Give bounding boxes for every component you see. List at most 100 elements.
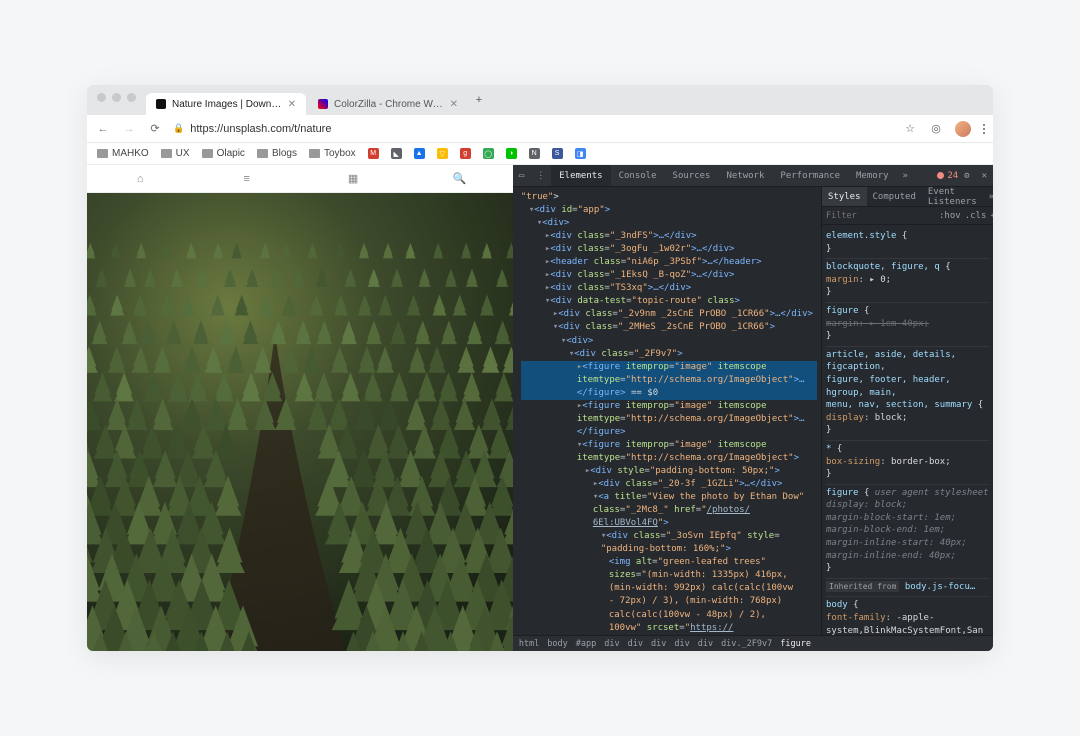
close-tab-icon[interactable]: ✕ (450, 99, 458, 110)
dom-line[interactable]: ▸<div class="_20-3f _1GZLi">…</div> (521, 478, 817, 491)
settings-icon[interactable]: ⚙ (958, 171, 975, 181)
dom-line[interactable]: ▾<div data-test="topic-route" class> (521, 295, 817, 308)
elements-tree[interactable]: "true">▾<div id="app">▾<div> ▸<div class=… (513, 187, 821, 635)
css-rule[interactable]: article, aside, details, figcaption,figu… (826, 347, 989, 441)
dom-line[interactable]: ▸<div class="_1EksQ _B-qoZ">…</div> (521, 269, 817, 282)
url-field[interactable]: 🔒 https://unsplash.com/t/nature (173, 123, 893, 135)
minimize-window-icon[interactable] (112, 93, 121, 102)
css-rule[interactable]: blockquote, figure, q { margin: ▸ 0;} (826, 259, 989, 303)
close-tab-icon[interactable]: ✕ (288, 99, 296, 110)
dom-line[interactable]: class="_2Mc8_" href="/photos/ (521, 504, 817, 517)
devtools-tab-memory[interactable]: Memory (848, 165, 897, 186)
new-tab-button[interactable]: + (470, 91, 488, 109)
dom-line[interactable]: ▾<div id="app"> (521, 204, 817, 217)
tab-nature-images[interactable]: Nature Images | Download Free ✕ (146, 93, 306, 115)
dom-line[interactable]: sizes="(min-width: 1335px) 416px, (521, 569, 817, 582)
dom-line[interactable]: itemtype="http://schema.org/ImageObject"… (521, 374, 817, 387)
dom-line[interactable]: ▸<div class="_2v9nm _2sCnE PrOBO _1CR66"… (521, 308, 817, 321)
breadcrumb-segment[interactable]: div (698, 639, 713, 649)
collections-icon[interactable]: ≡ (193, 165, 299, 192)
maximize-window-icon[interactable] (127, 93, 136, 102)
bookmark-folder[interactable]: UX (161, 148, 190, 159)
inspect-icon[interactable]: ▭ (513, 171, 530, 181)
dom-line[interactable]: - 72px) / 3), (min-width: 768px) (521, 595, 817, 608)
devtools-tab-performance[interactable]: Performance (772, 165, 848, 186)
breadcrumb-segment[interactable]: figure (780, 639, 811, 649)
dom-line[interactable]: itemtype="http://schema.org/ImageObject"… (521, 452, 817, 465)
dom-line[interactable]: calc(calc(100vw - 48px) / 2), (521, 609, 817, 622)
breadcrumb-segment[interactable]: #app (576, 639, 596, 649)
add-icon[interactable]: ▦ (300, 165, 406, 192)
bookmark-star-icon[interactable]: ☆ (903, 122, 917, 136)
dom-line[interactable]: ▸<div class="TS3xq">…</div> (521, 282, 817, 295)
dom-line[interactable]: ▾<a title="View the photo by Ethan Dow" (521, 491, 817, 504)
styles-subtab-styles[interactable]: Styles (822, 187, 867, 206)
bookmark-app[interactable]: ▽ (437, 148, 448, 159)
css-rule[interactable]: Inherited from body.js-focu… (826, 579, 989, 598)
styles-subtab-more[interactable]: » (983, 187, 993, 206)
bookmark-folder[interactable]: Blogs (257, 148, 297, 159)
dom-line[interactable]: "true"> (521, 191, 817, 204)
breadcrumb-segment[interactable]: div (604, 639, 619, 649)
browser-menu-icon[interactable] (983, 124, 985, 134)
devtools-tab-network[interactable]: Network (718, 165, 772, 186)
back-button[interactable]: ← (95, 123, 111, 135)
close-window-icon[interactable] (97, 93, 106, 102)
dom-line[interactable]: 6El:UBVol4FQ"> (521, 517, 817, 530)
add-rule-button[interactable]: + (990, 211, 993, 221)
close-devtools-icon[interactable]: ✕ (976, 171, 993, 181)
bookmark-folder[interactable]: Toybox (309, 148, 356, 159)
css-rule[interactable]: element.style {} (826, 228, 989, 259)
devtools-tab-elements[interactable]: Elements (551, 165, 610, 186)
bookmark-app[interactable]: M (368, 148, 379, 159)
breadcrumb-segment[interactable]: div (628, 639, 643, 649)
extension-icon[interactable]: ◎ (929, 122, 943, 136)
home-icon[interactable]: ⌂ (87, 165, 193, 192)
dom-line[interactable]: </figure> (521, 426, 817, 439)
more-tabs-icon[interactable]: » (897, 171, 914, 181)
devtools-tab-sources[interactable]: Sources (665, 165, 719, 186)
styles-filter-input[interactable] (826, 211, 935, 221)
breadcrumb-segment[interactable]: body (547, 639, 567, 649)
css-rule[interactable]: body { font-family: -apple- system,Blink… (826, 597, 989, 635)
bookmark-app[interactable]: ◯ (483, 148, 494, 159)
profile-avatar[interactable] (955, 121, 971, 137)
styles-subtab-computed[interactable]: Computed (867, 187, 922, 206)
bookmark-folder[interactable]: Olapic (202, 148, 245, 159)
device-toggle-icon[interactable]: ⋮ (530, 171, 551, 181)
tab-colorzilla[interactable]: ColorZilla - Chrome Web Store ✕ (308, 93, 468, 115)
breadcrumb-segment[interactable]: div._2F9v7 (721, 639, 772, 649)
dom-line[interactable]: ▾<div class="_2MHeS _2sCnE PrOBO _1CR66"… (521, 321, 817, 334)
bookmark-app[interactable]: ◨ (575, 148, 586, 159)
search-icon[interactable]: 🔍 (406, 165, 512, 192)
bookmark-app[interactable]: ◑ (506, 148, 517, 159)
forward-button[interactable]: → (121, 123, 137, 135)
dom-line[interactable]: (min-width: 992px) calc(calc(100vw (521, 582, 817, 595)
dom-line[interactable]: ▾<div class="_2F9v7"> (521, 348, 817, 361)
dom-line[interactable]: ▸<div style="padding-bottom: 50px;"> (521, 465, 817, 478)
hov-toggle[interactable]: :hov (939, 211, 961, 221)
breadcrumb-segment[interactable]: div (651, 639, 666, 649)
breadcrumb-segment[interactable]: html (519, 639, 539, 649)
dom-line[interactable]: ▾<div> (521, 217, 817, 230)
bookmark-folder[interactable]: MAHKO (97, 148, 149, 159)
bookmark-app[interactable]: S (552, 148, 563, 159)
bookmark-app[interactable]: ◣ (391, 148, 402, 159)
dom-line[interactable]: "padding-bottom: 160%;"> (521, 543, 817, 556)
css-rule[interactable]: * { box-sizing: border-box;} (826, 441, 989, 485)
dom-line[interactable]: ▾<div class="_3oSvn IEpfq" style= (521, 530, 817, 543)
reload-button[interactable]: ⟳ (147, 122, 163, 135)
dom-line[interactable]: ▸<div class="_3ogFu _1w02r">…</div> (521, 243, 817, 256)
styles-subtab-event-listeners[interactable]: Event Listeners (922, 187, 983, 206)
css-rule[interactable]: figure { user agent stylesheet display: … (826, 485, 989, 579)
dom-line[interactable]: ▸<figure itemprop="image" itemscope (521, 400, 817, 413)
css-rule[interactable]: figure { margin: ▸ 1em 40px;} (826, 303, 989, 347)
dom-line[interactable]: ▸<header class="niA6p _3PSbf">…</header> (521, 256, 817, 269)
dom-line[interactable]: 100vw" srcset="https:// (521, 622, 817, 635)
cls-toggle[interactable]: .cls (965, 211, 987, 221)
forest-photo[interactable] (87, 193, 513, 651)
dom-line[interactable]: itemtype="http://schema.org/ImageObject"… (521, 413, 817, 426)
error-count[interactable]: 24 (937, 171, 958, 181)
dom-line[interactable]: <img alt="green-leafed trees" (521, 556, 817, 569)
bookmark-app[interactable]: ▲ (414, 148, 425, 159)
